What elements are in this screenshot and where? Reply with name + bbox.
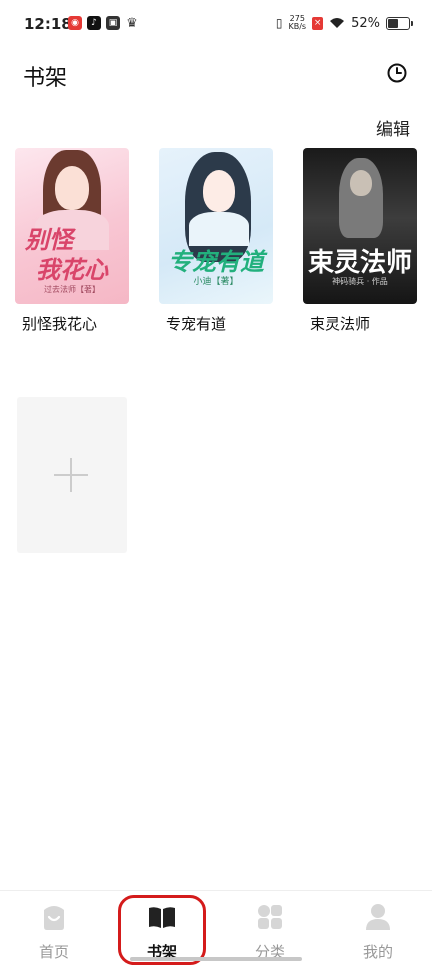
home-smile-icon bbox=[44, 906, 64, 930]
clock-icon[interactable] bbox=[387, 63, 407, 83]
book-cover[interactable]: 专宠有道 小迪【著】 bbox=[159, 148, 273, 304]
battery-icon bbox=[386, 16, 413, 30]
cover-body bbox=[189, 212, 249, 246]
cover-author: 过去法师【著】 bbox=[44, 285, 100, 294]
vibrate-icon: ▯ bbox=[275, 16, 283, 30]
book-title[interactable]: 别怪我花心 bbox=[22, 313, 131, 334]
bottom-nav: 首页 书架 分类 我的 bbox=[0, 890, 432, 965]
net-speed-unit: KB/s bbox=[288, 22, 307, 31]
book-item[interactable]: 束灵法师 神码骑兵 · 作品 束灵法师 bbox=[303, 148, 419, 334]
edit-button[interactable]: 编辑 bbox=[376, 115, 410, 140]
book-item[interactable]: 专宠有道 小迪【著】 专宠有道 bbox=[159, 148, 275, 334]
status-bar: 12:18 ◉ ♪ ▣ ♛ ▯ 275 KB/s × 52% bbox=[0, 0, 432, 52]
cover-title: 专宠有道 bbox=[168, 248, 264, 276]
open-book-icon bbox=[149, 907, 175, 928]
book-title[interactable]: 束灵法师 bbox=[310, 313, 419, 334]
cover-author: 神码骑兵 · 作品 bbox=[332, 277, 388, 286]
nav-home[interactable]: 首页 bbox=[19, 901, 89, 962]
book-item[interactable]: 别怪 我花心 过去法师【著】 别怪我花心 bbox=[15, 148, 131, 334]
nav-profile[interactable]: 我的 bbox=[343, 901, 413, 962]
battery-percent: 52% bbox=[351, 15, 380, 31]
nav-label: 首页 bbox=[38, 943, 69, 961]
book-cover[interactable]: 束灵法师 神码骑兵 · 作品 bbox=[303, 148, 417, 304]
nav-bookshelf[interactable]: 书架 bbox=[127, 901, 197, 962]
status-time: 12:18 bbox=[24, 15, 72, 33]
home-indicator bbox=[130, 957, 302, 961]
cover-face bbox=[203, 170, 235, 212]
user-icon bbox=[366, 904, 390, 930]
status-right: ▯ 275 KB/s × 52% bbox=[275, 15, 413, 31]
cover-title: 束灵法师 bbox=[307, 248, 412, 278]
tiktok-icon: ♪ bbox=[87, 16, 101, 30]
app-notification-icon: ◉ bbox=[68, 16, 82, 30]
book-title[interactable]: 专宠有道 bbox=[166, 313, 275, 334]
page-title: 书架 bbox=[23, 66, 68, 91]
cover-title-line2: 我花心 bbox=[36, 256, 108, 284]
add-book-button[interactable] bbox=[17, 397, 127, 553]
cover-author: 小迪【著】 bbox=[193, 277, 239, 287]
cover-face bbox=[55, 166, 89, 210]
book-cover[interactable]: 别怪 我花心 过去法师【著】 bbox=[15, 148, 129, 304]
notification-icons: ◉ ♪ ▣ ♛ bbox=[68, 15, 139, 31]
no-sim-icon: × bbox=[312, 16, 324, 30]
cover-face bbox=[350, 170, 372, 196]
wifi-icon bbox=[330, 18, 345, 28]
crown-icon: ♛ bbox=[125, 15, 139, 31]
category-grid-icon bbox=[258, 905, 282, 929]
nav-label: 我的 bbox=[362, 943, 393, 961]
net-speed: 275 KB/s bbox=[288, 15, 306, 31]
nav-category[interactable]: 分类 bbox=[235, 901, 305, 962]
inbox-icon: ▣ bbox=[106, 16, 120, 30]
